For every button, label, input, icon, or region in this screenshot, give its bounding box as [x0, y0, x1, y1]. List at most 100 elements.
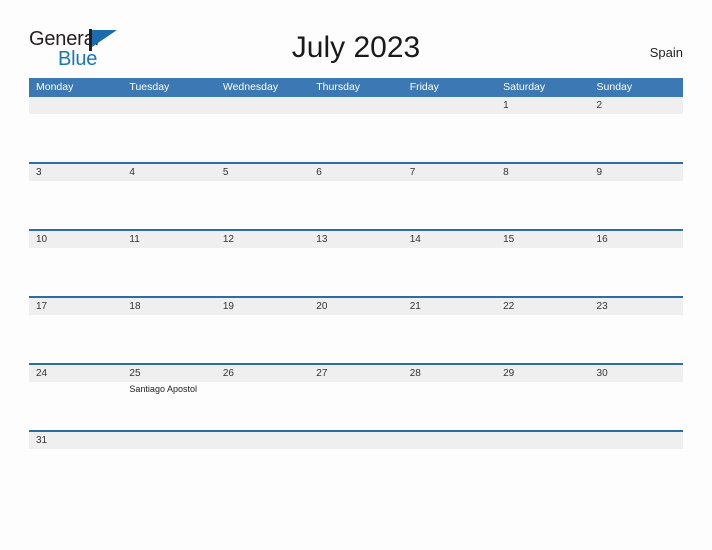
- day-cell[interactable]: [496, 114, 589, 162]
- day-cell[interactable]: [590, 315, 683, 363]
- day-cell[interactable]: [216, 181, 309, 229]
- day-number[interactable]: 23: [590, 298, 683, 315]
- day-number-empty: [403, 432, 496, 449]
- day-number[interactable]: 17: [29, 298, 122, 315]
- day-cell[interactable]: [29, 315, 122, 363]
- day-cell[interactable]: [216, 114, 309, 162]
- day-number[interactable]: 18: [122, 298, 215, 315]
- day-cell[interactable]: [29, 248, 122, 296]
- day-cell[interactable]: [403, 181, 496, 229]
- day-cell[interactable]: [590, 248, 683, 296]
- day-number[interactable]: 10: [29, 231, 122, 248]
- holiday-label: Santiago Apostol: [129, 384, 197, 394]
- day-cell[interactable]: [403, 315, 496, 363]
- day-number[interactable]: 19: [216, 298, 309, 315]
- day-number-empty: [403, 97, 496, 114]
- weekday-header-thursday: Thursday: [316, 81, 361, 93]
- day-number[interactable]: 11: [122, 231, 215, 248]
- day-cell[interactable]: [590, 181, 683, 229]
- day-number[interactable]: 7: [403, 164, 496, 181]
- day-number[interactable]: 1: [496, 97, 589, 114]
- calendar-weeks: 1 2 3 4 5 6 7 8 9 10 11 12 13 14 15 16 17 18 19 20 21 22 23 24 2…: [29, 97, 683, 461]
- day-cell[interactable]: [309, 181, 402, 229]
- day-number[interactable]: 24: [29, 365, 122, 382]
- day-cell[interactable]: Santiago Apostol: [122, 382, 215, 430]
- day-number[interactable]: 9: [590, 164, 683, 181]
- day-cell[interactable]: [496, 382, 589, 430]
- day-number[interactable]: 2: [590, 97, 683, 114]
- day-number[interactable]: 12: [216, 231, 309, 248]
- day-cell[interactable]: [216, 248, 309, 296]
- day-number-band: 10 11 12 13 14 15 16: [29, 231, 683, 248]
- day-cell[interactable]: [29, 449, 122, 497]
- day-number[interactable]: 14: [403, 231, 496, 248]
- day-cell[interactable]: [309, 315, 402, 363]
- day-cell[interactable]: [29, 114, 122, 162]
- day-cell[interactable]: [496, 315, 589, 363]
- day-cell[interactable]: [309, 248, 402, 296]
- day-number[interactable]: 3: [29, 164, 122, 181]
- calendar-page: General Blue July 2023 Spain Monday Tuesd…: [0, 0, 712, 550]
- day-number[interactable]: 6: [309, 164, 402, 181]
- day-event-band: [29, 449, 683, 461]
- day-number[interactable]: 13: [309, 231, 402, 248]
- day-cell[interactable]: [216, 382, 309, 430]
- day-cell[interactable]: [496, 248, 589, 296]
- day-cell[interactable]: [403, 382, 496, 430]
- day-cell[interactable]: [122, 248, 215, 296]
- day-number[interactable]: 8: [496, 164, 589, 181]
- day-number-empty: [496, 432, 589, 449]
- day-cell[interactable]: [29, 181, 122, 229]
- day-cell[interactable]: [309, 114, 402, 162]
- day-cell[interactable]: [590, 382, 683, 430]
- page-title: July 2023: [291, 31, 421, 64]
- day-cell[interactable]: [496, 449, 589, 497]
- day-cell[interactable]: [216, 315, 309, 363]
- day-cell[interactable]: [403, 248, 496, 296]
- day-number-empty: [216, 97, 309, 114]
- day-cell[interactable]: [403, 114, 496, 162]
- day-cell[interactable]: [309, 449, 402, 497]
- day-number-empty: [122, 97, 215, 114]
- day-number[interactable]: 22: [496, 298, 589, 315]
- page-header: General Blue July 2023 Spain: [0, 0, 712, 78]
- day-number-empty: [309, 97, 402, 114]
- day-cell[interactable]: [122, 315, 215, 363]
- day-number-empty: [216, 432, 309, 449]
- day-number[interactable]: 26: [216, 365, 309, 382]
- day-number[interactable]: 25: [122, 365, 215, 382]
- calendar-week-row: 3456789: [29, 162, 683, 229]
- weekday-header-row: Monday Tuesday Wednesday Thursday Friday Satu…: [29, 78, 683, 97]
- day-event-band: [29, 315, 683, 363]
- day-number-band: 24 25 26 27 28 29 30: [29, 365, 683, 382]
- weekday-header-tuesday: Tuesday: [129, 81, 170, 93]
- day-number-empty: [29, 97, 122, 114]
- day-cell[interactable]: [590, 449, 683, 497]
- weekday-header-friday: Friday: [409, 81, 439, 93]
- day-number[interactable]: 4: [122, 164, 215, 181]
- day-number[interactable]: 15: [496, 231, 589, 248]
- day-cell[interactable]: [122, 114, 215, 162]
- day-number[interactable]: 16: [590, 231, 683, 248]
- weekday-header-saturday: Saturday: [503, 81, 546, 93]
- country-label: Spain: [649, 45, 683, 60]
- day-cell[interactable]: [122, 449, 215, 497]
- day-cell[interactable]: [29, 382, 122, 430]
- day-number[interactable]: 5: [216, 164, 309, 181]
- day-number[interactable]: 28: [403, 365, 496, 382]
- day-cell[interactable]: [216, 449, 309, 497]
- day-number[interactable]: 27: [309, 365, 402, 382]
- day-number[interactable]: 30: [590, 365, 683, 382]
- day-number[interactable]: 31: [29, 432, 122, 449]
- day-event-band: [29, 181, 683, 229]
- day-cell[interactable]: [309, 382, 402, 430]
- day-cell[interactable]: [403, 449, 496, 497]
- day-cell[interactable]: [122, 181, 215, 229]
- day-event-band: [29, 248, 683, 296]
- day-number[interactable]: 20: [309, 298, 402, 315]
- day-number-band: 3456789: [29, 164, 683, 181]
- day-cell[interactable]: [496, 181, 589, 229]
- day-cell[interactable]: [590, 114, 683, 162]
- day-number[interactable]: 21: [403, 298, 496, 315]
- day-number[interactable]: 29: [496, 365, 589, 382]
